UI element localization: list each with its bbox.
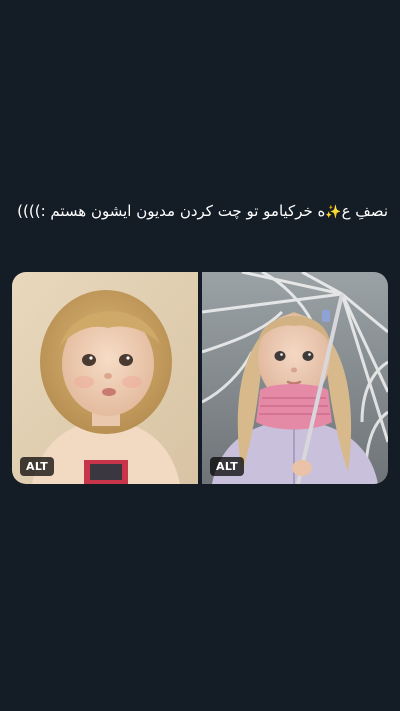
alt-badge[interactable]: ALT bbox=[210, 457, 245, 476]
post-text-start: نصفِ ع bbox=[341, 202, 388, 220]
media-photo-2[interactable]: ALT bbox=[202, 272, 388, 484]
girl-umbrella-photo bbox=[202, 272, 388, 484]
alt-badge[interactable]: ALT bbox=[20, 457, 55, 476]
sparkle-icon: ✨ bbox=[325, 205, 342, 220]
media-photo-1[interactable]: ALT bbox=[12, 272, 198, 484]
post-text: نصفِ ع✨ه خرکیامو تو چت کردن مدیون ایشون … bbox=[12, 198, 388, 226]
toddler-photo bbox=[12, 272, 198, 484]
media-grid: ALT ALT bbox=[12, 272, 388, 484]
post-text-end: ه خرکیامو تو چت کردن مدیون ایشون هستم :)… bbox=[17, 202, 326, 220]
